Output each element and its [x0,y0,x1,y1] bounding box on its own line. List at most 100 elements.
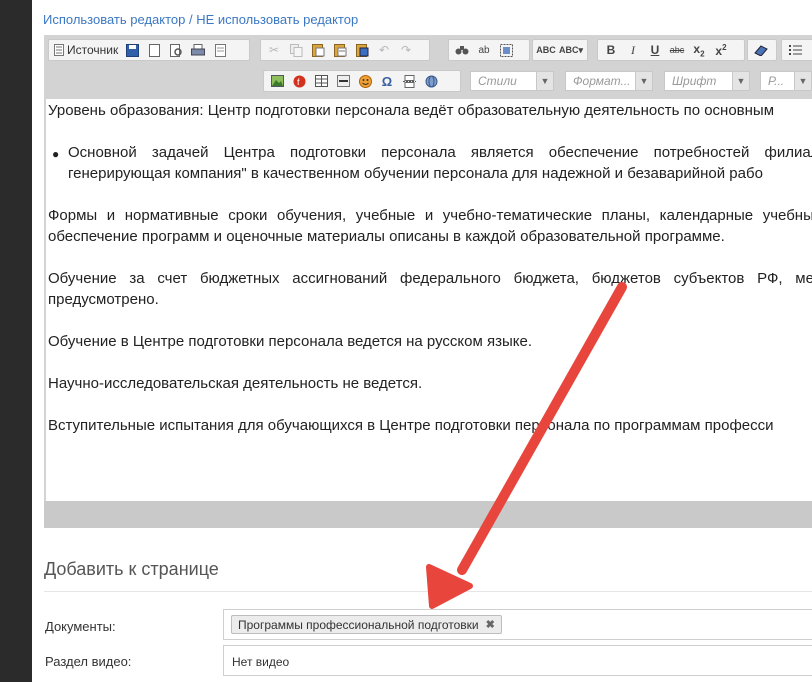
templates-button[interactable] [209,40,231,60]
document-chip-label: Программы профессиональной подготовки [238,617,479,632]
word: Формы [48,207,98,224]
use-editor-link[interactable]: Использовать редактор [43,12,185,27]
superscript-button[interactable]: x2 [710,40,732,60]
word: подготовки [290,144,367,161]
spellcheck-dropdown-icon: ABC▾ [558,44,584,55]
page-break-icon [402,74,416,88]
word: РФ, [757,270,783,287]
chevron-down-icon: ▼ [536,72,553,90]
toolbar-group-lists [781,39,812,61]
image-button[interactable] [266,71,288,91]
bullet-line-2: генерирующая компания" в качественном об… [68,165,763,182]
save-icon [125,43,139,57]
toolbar-group-document: Источник [48,39,250,61]
superscript-icon: x2 [715,42,727,58]
format-combo[interactable]: Формат... ▼ [565,71,653,91]
spellcheck-button[interactable]: ABC [535,40,557,60]
page-break-button[interactable] [398,71,420,91]
bold-button[interactable]: B [600,40,622,60]
undo-icon: ↶ [378,43,390,57]
flash-button[interactable]: f [288,71,310,91]
subscript-button[interactable]: x2 [688,40,710,60]
replace-button[interactable]: ab [473,40,495,60]
smiley-button[interactable] [354,71,376,91]
spellcheck-icon: ABC [536,45,556,55]
paste-icon [311,44,324,57]
toolbar-group-find: ab [448,39,530,61]
link-separator: / [189,12,193,27]
font-combo-label: Шрифт [672,74,717,88]
find-button[interactable] [451,40,473,60]
word: бюджетов [591,270,661,287]
paragraph-funding-line-1: Обучение за счет бюджетных ассигнований федер… [48,268,812,289]
word: и [424,207,434,224]
remove-chip-icon[interactable]: ✖ [486,618,495,631]
size-combo[interactable]: Р... ▼ [760,71,812,91]
chevron-down-icon: ▼ [794,72,811,90]
word: филиало [764,144,812,161]
chevron-down-icon: ▼ [635,72,652,90]
paragraph-forms-line-1: Формы и нормативные сроки обучения, учебные и у… [48,205,812,226]
word: учебно-тематические [442,207,593,224]
paste-text-icon [333,44,346,57]
source-icon [54,44,64,56]
word: учебные [355,207,416,224]
toolbar-group-basic-styles: B I U abc x2 x2 [597,39,745,61]
paste-word-button[interactable] [351,40,373,60]
redo-button[interactable]: ↷ [395,40,417,60]
word: учебны [762,207,812,224]
section-divider [44,591,812,592]
styles-combo[interactable]: Стили ▼ [470,71,554,91]
toolbar-group-insert: f Ω [263,70,461,92]
copy-button[interactable] [285,40,307,60]
paste-word-icon [355,44,368,57]
spellcheck-dropdown-button[interactable]: ABC▾ [557,40,585,60]
horizontal-rule-button[interactable] [332,71,354,91]
documents-field[interactable]: Программы профессиональной подготовки ✖ [223,609,812,640]
remove-format-button[interactable] [750,40,772,60]
add-to-page-heading: Добавить к странице [44,559,219,579]
eraser-icon [754,45,768,56]
size-combo-label: Р... [768,74,785,88]
toolbar-row-2: f Ω Стили ▼ Формат... ▼ Шрифт ▼ Р... ▼ [44,67,812,95]
source-button[interactable]: Источник [51,40,121,60]
video-section-select[interactable]: Нет видео [223,645,812,676]
special-char-button[interactable]: Ω [376,71,398,91]
paste-text-button[interactable] [329,40,351,60]
word: нормативные [124,207,219,224]
strike-button[interactable]: abc [666,40,688,60]
word: является [470,144,534,161]
toolbar-group-clipboard: ✂ ↶ ↷ [260,39,430,61]
paste-button[interactable] [307,40,329,60]
video-section-label: Раздел видео: [45,654,132,669]
paragraph-forms-line-2: обеспечение программ и оценочные материа… [48,228,725,245]
format-combo-label: Формат... [573,74,631,88]
word: и [106,207,116,224]
numbered-list-button[interactable] [784,40,806,60]
dont-use-editor-link[interactable]: НЕ использовать редактор [196,12,358,27]
word: ассигнований [292,270,388,287]
toolbar-row-1: Источник ✂ ↶ ↷ ab ABC ABC▾ B I U abc x2 … [44,36,812,64]
table-button[interactable] [310,71,332,91]
preview-button[interactable] [165,40,187,60]
word: обеспечение [548,144,639,161]
new-page-button[interactable] [143,40,165,60]
word: за [129,270,145,287]
save-button[interactable] [121,40,143,60]
font-combo[interactable]: Шрифт ▼ [664,71,750,91]
bullet-line-1: Основной задачей Центра подготовки персонала… [68,142,812,163]
numbered-list-icon [788,45,802,55]
underline-button[interactable]: U [644,40,666,60]
italic-button[interactable]: I [622,40,644,60]
subscript-icon: x2 [693,41,705,59]
select-all-icon [499,43,513,57]
cut-button[interactable]: ✂ [263,40,285,60]
iframe-button[interactable] [420,71,442,91]
print-button[interactable] [187,40,209,60]
word: бюджетных [199,270,280,287]
editor-content-area[interactable]: Уровень образования: Центр подготовки пе… [46,99,812,501]
undo-button[interactable]: ↶ [373,40,395,60]
editor-toggle-links: Использовать редактор / НЕ использовать … [43,12,358,27]
word: задачей [151,144,209,161]
select-all-button[interactable] [495,40,517,60]
